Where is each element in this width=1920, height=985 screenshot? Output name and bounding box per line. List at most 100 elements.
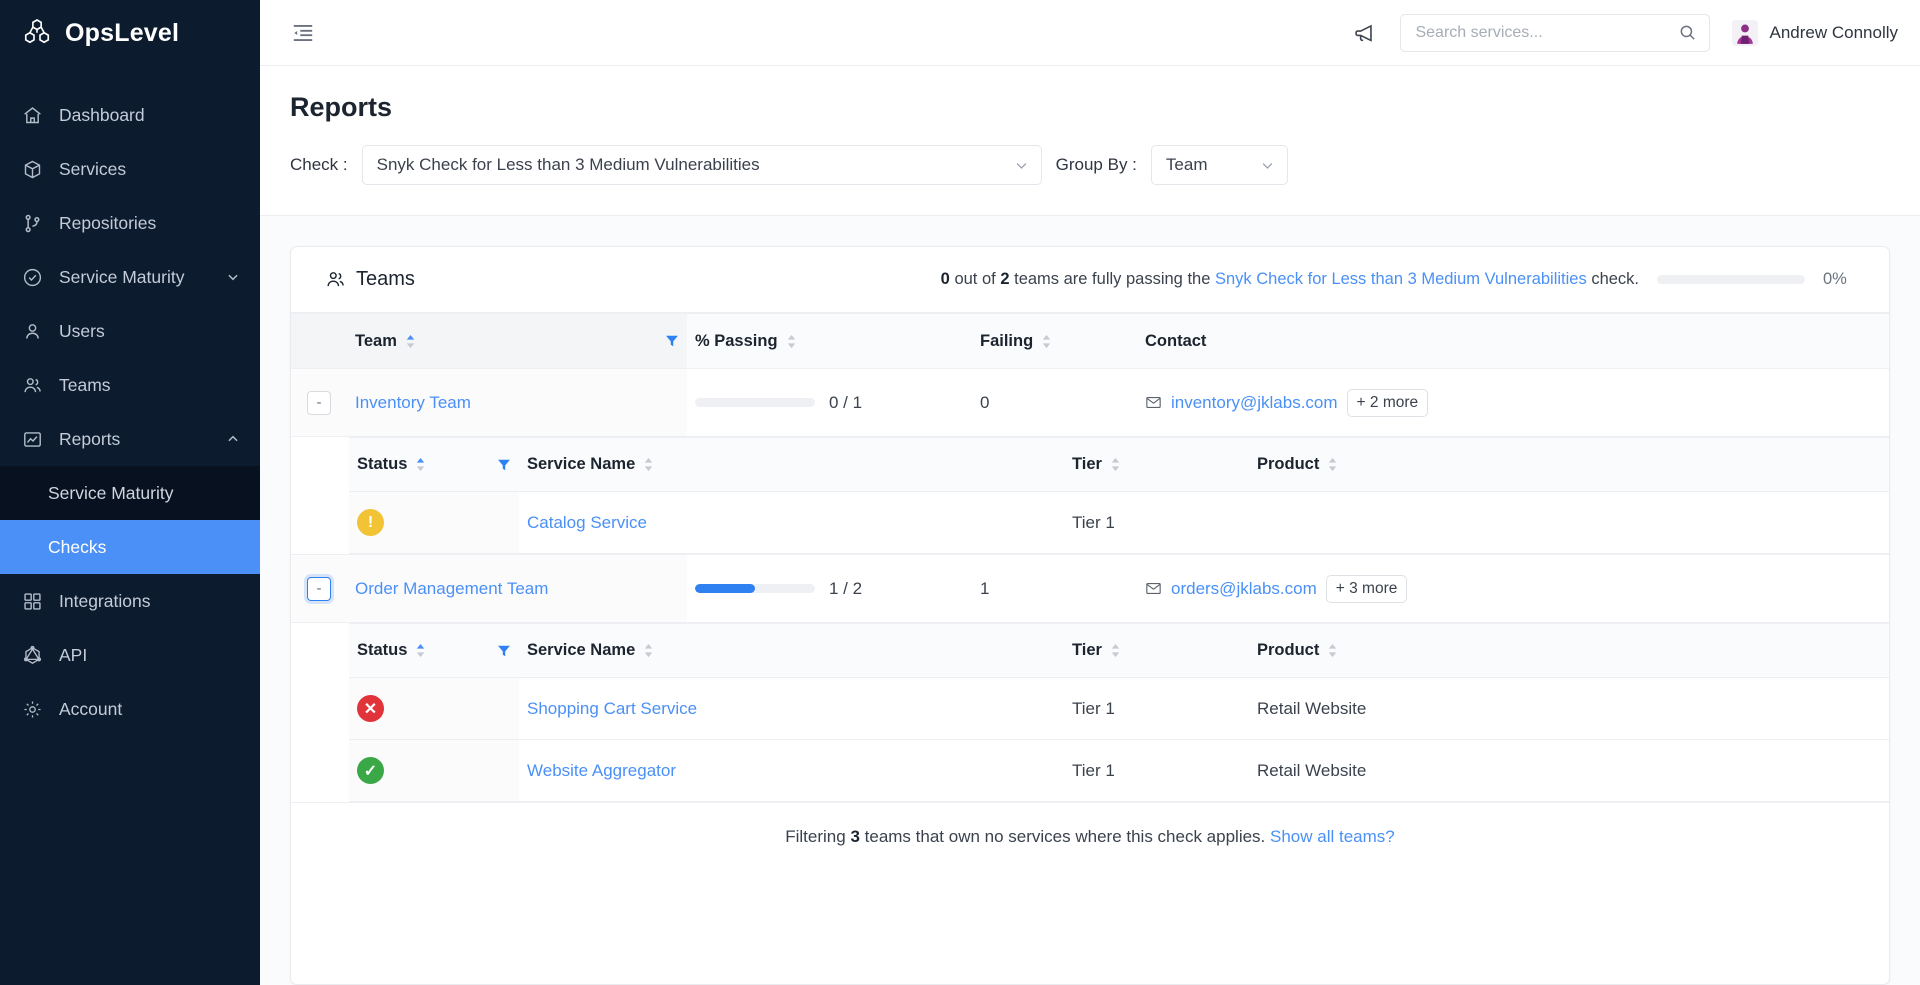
chevron-down-icon: [1262, 162, 1273, 169]
filter-icon[interactable]: [497, 644, 511, 658]
check-filter-label: Check :: [290, 155, 348, 174]
column-header-failing[interactable]: Failing: [972, 313, 1137, 369]
services-table-body: ! Catalog Service Tier 1: [349, 491, 1889, 554]
filtering-count: 3: [850, 827, 860, 846]
column-header-tier[interactable]: Tier: [1064, 623, 1249, 678]
service-link[interactable]: Website Aggregator: [527, 761, 676, 780]
sidebar-item-label: API: [59, 644, 88, 665]
sidebar-item-services[interactable]: Services: [0, 142, 260, 196]
page-header: Reports Check : Snyk Check for Less than…: [260, 66, 1920, 216]
column-header-product-label: Product: [1257, 455, 1320, 473]
summary-mid-3: check.: [1591, 270, 1639, 288]
brand[interactable]: OpsLevel: [0, 0, 260, 66]
megaphone-icon[interactable]: [1352, 20, 1378, 46]
sort-icon[interactable]: [1327, 457, 1338, 472]
sort-icon[interactable]: [1110, 643, 1121, 658]
summary-total-count: 2: [1000, 270, 1010, 288]
team-cell: Order Management Team: [347, 554, 687, 623]
service-link[interactable]: Shopping Cart Service: [527, 699, 697, 718]
sort-icon[interactable]: [643, 643, 654, 658]
sidebar-item-reports[interactable]: Reports: [0, 412, 260, 466]
sidebar-item-api[interactable]: API: [0, 628, 260, 682]
users-icon: [24, 377, 41, 392]
check-circle-icon: [23, 268, 42, 286]
column-header-tier[interactable]: Tier: [1064, 437, 1249, 492]
contact-more-chip[interactable]: + 2 more: [1346, 388, 1429, 417]
sort-icon[interactable]: [405, 334, 416, 349]
sidebar-item-teams[interactable]: Teams: [0, 358, 260, 412]
table-row[interactable]: ✕ Shopping Cart Service Tier 1 Retail We…: [349, 677, 1889, 740]
row-expander-button[interactable]: -: [307, 390, 331, 415]
summary-check-link[interactable]: Snyk Check for Less than 3 Medium Vulner…: [1215, 270, 1587, 288]
search-box[interactable]: [1400, 13, 1711, 52]
sidebar-nav: Dashboard Services Repositories Service …: [0, 88, 260, 736]
sidebar-item-account[interactable]: Account: [0, 682, 260, 736]
sort-icon[interactable]: [415, 643, 426, 658]
table-row[interactable]: ! Catalog Service Tier 1: [349, 491, 1889, 554]
mail-icon: [1146, 396, 1161, 409]
column-header-passing[interactable]: % Passing: [687, 313, 972, 369]
sort-icon[interactable]: [786, 334, 797, 349]
chart-icon: [24, 431, 41, 447]
contact-email-link[interactable]: inventory@jklabs.com: [1171, 393, 1338, 413]
filtering-text-1: Filtering: [785, 827, 846, 846]
nested-services-wrapper: Status: [291, 623, 1889, 802]
group-by-select[interactable]: Team: [1150, 145, 1288, 185]
row-expander-button[interactable]: -: [307, 576, 331, 601]
summary-progress-bar: [1657, 275, 1805, 284]
sidebar-item-label: Services: [59, 158, 127, 179]
cubes-logo-icon: [24, 19, 50, 44]
collapse-sidebar-icon[interactable]: [290, 20, 316, 46]
contact-more-chip[interactable]: + 3 more: [1325, 574, 1408, 603]
summary-percent-label: 0%: [1823, 270, 1847, 288]
sort-icon[interactable]: [643, 457, 654, 472]
filter-icon[interactable]: [497, 458, 511, 472]
sidebar-item-integrations[interactable]: Integrations: [0, 574, 260, 628]
contact-email-link[interactable]: orders@jklabs.com: [1171, 579, 1317, 599]
sidebar-item-dashboard[interactable]: Dashboard: [0, 88, 260, 142]
column-header-status[interactable]: Status: [349, 623, 519, 678]
sidebar-item-label: Reports: [59, 428, 121, 449]
sort-icon[interactable]: [1110, 457, 1121, 472]
column-header-service-name-label: Service Name: [527, 641, 636, 659]
status-badge: ✓: [357, 757, 384, 784]
user-name: Andrew Connolly: [1769, 22, 1898, 42]
search-icon[interactable]: [1678, 23, 1697, 42]
sort-icon[interactable]: [1041, 334, 1052, 349]
sidebar-item-repositories[interactable]: Repositories: [0, 196, 260, 250]
team-link[interactable]: Inventory Team: [355, 393, 471, 412]
table-row[interactable]: - Inventory Team 0 / 1 0 inventory@jklab…: [291, 368, 1889, 437]
table-row[interactable]: ✓ Website Aggregator Tier 1 Retail Websi…: [349, 739, 1889, 802]
check-select[interactable]: Snyk Check for Less than 3 Medium Vulner…: [361, 145, 1042, 185]
search-input[interactable]: [1415, 23, 1679, 42]
filter-icon[interactable]: [665, 334, 679, 348]
sort-icon[interactable]: [415, 457, 426, 472]
topbar-right: Andrew Connolly: [1352, 13, 1898, 52]
teams-table: Team % Passing Failing Contact - Invento…: [291, 313, 1889, 803]
nested-services-row: Status: [291, 622, 1889, 803]
column-header-status[interactable]: Status: [349, 437, 519, 492]
sidebar-item-users[interactable]: Users: [0, 304, 260, 358]
user-menu[interactable]: Andrew Connolly: [1732, 19, 1898, 46]
branch-icon: [25, 214, 40, 232]
show-all-teams-link[interactable]: Show all teams?: [1270, 827, 1395, 846]
column-header-product[interactable]: Product: [1249, 623, 1889, 678]
sidebar-item-service-maturity[interactable]: Service Maturity: [0, 250, 260, 304]
sidebar-subitem-service-maturity[interactable]: Service Maturity: [0, 466, 260, 520]
sidebar-subitem-checks[interactable]: Checks: [0, 520, 260, 574]
column-header-team[interactable]: Team: [347, 313, 687, 369]
column-header-passing-label: % Passing: [695, 331, 778, 350]
column-header-status-label: Status: [357, 455, 408, 473]
column-header-service-name[interactable]: Service Name: [519, 623, 1064, 678]
main-area: Andrew Connolly Reports Check : Snyk Che…: [260, 0, 1920, 985]
team-link[interactable]: Order Management Team: [355, 579, 548, 598]
failing-cell: 0: [972, 368, 1137, 437]
nested-services-row: Status: [291, 436, 1889, 555]
avatar: [1732, 19, 1759, 46]
table-row[interactable]: - Order Management Team 1 / 2 1 orders@j…: [291, 554, 1889, 623]
expander-header: [291, 313, 347, 369]
column-header-product[interactable]: Product: [1249, 437, 1889, 492]
service-link[interactable]: Catalog Service: [527, 513, 647, 532]
sort-icon[interactable]: [1327, 643, 1338, 658]
column-header-service-name[interactable]: Service Name: [519, 437, 1064, 492]
